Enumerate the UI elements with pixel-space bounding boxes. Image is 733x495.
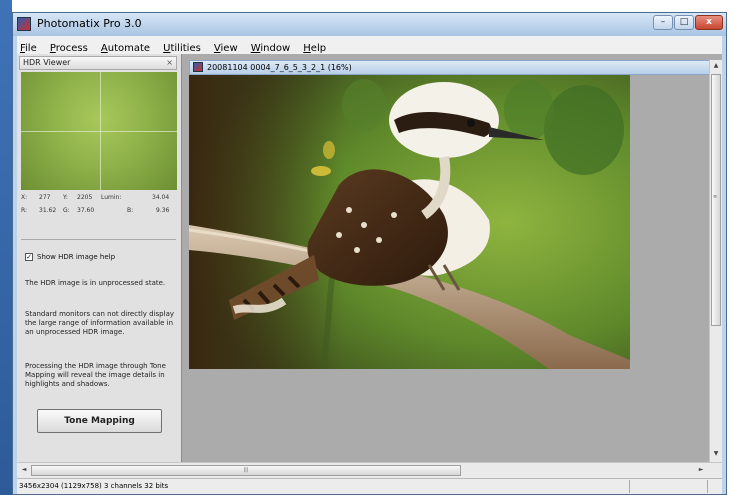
desktop-edge xyxy=(0,0,12,495)
lumin-value: 34.04 xyxy=(152,194,170,201)
scroll-down-icon[interactable]: ▼ xyxy=(710,448,722,460)
client-area: HDR Viewer × X: 277 Y: 2205 Lumin: 34.04… xyxy=(17,54,722,478)
help-text-state: The HDR image is in unprocessed state. xyxy=(25,279,166,287)
g-label: G: xyxy=(63,207,70,214)
show-help-label: Show HDR image help xyxy=(37,253,116,261)
status-image-info: 3456x2304 (1129x758) 3 channels 32 bits xyxy=(19,482,169,490)
horizontal-scrollbar[interactable]: ◄ ||| ► xyxy=(17,462,722,478)
kookaburra-photo xyxy=(189,75,630,369)
close-button[interactable]: x xyxy=(695,15,723,30)
y-value: 2205 xyxy=(77,194,93,201)
r-value: 31.62 xyxy=(39,207,57,214)
panel-close-icon[interactable]: × xyxy=(166,57,173,69)
r-label: R: xyxy=(21,207,28,214)
help-text-tonemapping: Processing the HDR image through Tone Ma… xyxy=(25,362,166,388)
g-value: 37.60 xyxy=(77,207,95,214)
menu-bar: File Process Automate Utilities View Win… xyxy=(17,36,722,54)
title-bar[interactable]: Photomatix Pro 3.0 – □ x xyxy=(13,13,726,36)
b-value: 9.36 xyxy=(156,207,170,214)
document-title-bar[interactable]: 20081104 0004_7_6_5_3_2_1 (16%) xyxy=(189,60,713,75)
lumin-label: Lumin: xyxy=(101,194,122,201)
hdr-viewer-title: HDR Viewer × xyxy=(19,56,177,70)
help-text-monitors: Standard monitors can not directly displ… xyxy=(25,310,174,336)
hdr-photo[interactable] xyxy=(189,75,630,369)
b-label: B: xyxy=(127,207,134,214)
show-help-toggle[interactable]: ✓ Show HDR image help xyxy=(25,252,175,264)
y-label: Y: xyxy=(63,194,68,201)
vertical-scroll-thumb[interactable]: ≡ xyxy=(711,74,721,326)
menu-view[interactable]: View xyxy=(211,41,243,54)
x-value: 277 xyxy=(39,194,51,201)
photomatix-icon[interactable] xyxy=(17,17,31,31)
document-title: 20081104 0004_7_6_5_3_2_1 (16%) xyxy=(207,63,352,72)
app-window: Photomatix Pro 3.0 – □ x File Process Au… xyxy=(12,12,727,495)
panel-divider xyxy=(21,239,176,240)
show-help-checkbox[interactable]: ✓ xyxy=(25,253,33,261)
maximize-button[interactable]: □ xyxy=(674,15,694,30)
menu-process[interactable]: Process xyxy=(47,41,93,54)
minimize-button[interactable]: – xyxy=(653,15,673,30)
window-title: Photomatix Pro 3.0 xyxy=(37,17,142,30)
scroll-left-icon[interactable]: ◄ xyxy=(18,464,30,476)
hdr-viewer-title-label: HDR Viewer xyxy=(23,58,71,67)
document-icon xyxy=(193,62,203,72)
tone-mapping-button[interactable]: Tone Mapping xyxy=(37,409,162,433)
status-divider xyxy=(629,480,630,493)
pixel-readouts: X: 277 Y: 2205 Lumin: 34.04 R: 31.62 G: … xyxy=(21,194,179,220)
readout-row-position: X: 277 Y: 2205 Lumin: 34.04 xyxy=(21,194,179,207)
status-divider-2 xyxy=(707,480,708,493)
scroll-right-icon[interactable]: ► xyxy=(695,464,707,476)
menu-utilities[interactable]: Utilities xyxy=(160,41,206,54)
menu-automate[interactable]: Automate xyxy=(98,41,155,54)
status-bar: 3456x2304 (1129x758) 3 channels 32 bits xyxy=(17,478,722,494)
grip-icon: ≡ xyxy=(713,194,718,200)
menu-window[interactable]: Window xyxy=(248,41,295,54)
menu-help[interactable]: Help xyxy=(300,41,331,54)
x-label: X: xyxy=(21,194,28,201)
menu-file[interactable]: File xyxy=(17,41,42,54)
horizontal-scroll-thumb[interactable]: ||| xyxy=(31,465,461,476)
hdr-viewer-panel: HDR Viewer × X: 277 Y: 2205 Lumin: 34.04… xyxy=(17,54,182,478)
vertical-scrollbar[interactable]: ▲ ≡ ▼ xyxy=(709,60,722,462)
image-canvas[interactable] xyxy=(189,75,709,462)
crosshair-horizontal xyxy=(21,131,177,132)
hdr-preview-area[interactable] xyxy=(21,72,177,190)
readout-row-rgb: R: 31.62 G: 37.60 B: 9.36 xyxy=(21,207,179,220)
scroll-up-icon[interactable]: ▲ xyxy=(710,60,722,72)
